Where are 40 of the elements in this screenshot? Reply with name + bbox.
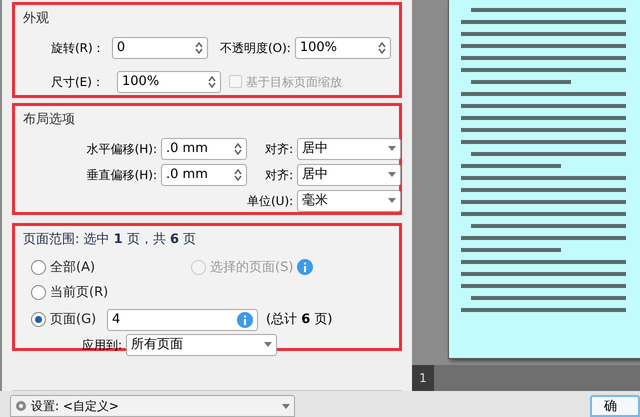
- field-label: 水平偏移(H):: [86, 140, 157, 158]
- spinner-arrows-icon[interactable]: [194, 42, 203, 54]
- field-label: 单位(U):: [247, 192, 294, 210]
- field-label: 尺寸(E)：: [51, 74, 105, 90]
- section-title: 外观: [23, 10, 50, 28]
- radio-option[interactable]: 页面(G): [31, 310, 99, 330]
- caret-icon: [388, 172, 396, 177]
- dropdown[interactable]: 所有页面: [126, 334, 277, 356]
- size-field[interactable]: 100%: [117, 70, 221, 92]
- settings-dropdown[interactable]: 设置: <自定义>: [10, 395, 295, 417]
- info-icon[interactable]: [237, 312, 253, 328]
- spinner-arrows-icon[interactable]: [378, 42, 386, 54]
- spinner-arrows-icon[interactable]: [208, 76, 216, 88]
- field-label: 对齐:: [265, 166, 294, 184]
- field-label: 不透明度(O):: [220, 40, 291, 56]
- dropdown[interactable]: 居中: [297, 138, 402, 160]
- caret-icon: [388, 198, 396, 203]
- radio-option[interactable]: 全部(A): [31, 258, 191, 277]
- dropdown[interactable]: 毫米: [297, 190, 402, 212]
- page-number: 1: [412, 365, 434, 391]
- field-label: 应用到:: [80, 336, 122, 354]
- pages-field[interactable]: 4: [107, 308, 258, 330]
- spinner-arrows-icon[interactable]: [234, 142, 242, 154]
- field-label: 旋转(R)：: [51, 40, 106, 56]
- spinner-arrows-icon[interactable]: [234, 168, 242, 180]
- section-title: 布局选项: [23, 111, 76, 129]
- field-label: 对齐:: [265, 140, 294, 158]
- field-label: 垂直偏移(H):: [86, 166, 157, 184]
- caret-icon: [282, 404, 290, 408]
- offset-field[interactable]: .0 mm: [161, 138, 247, 160]
- dropdown[interactable]: 居中: [297, 164, 402, 186]
- ok-button[interactable]: 确: [590, 395, 640, 417]
- opacity-field[interactable]: 100%: [294, 36, 391, 58]
- radio-option[interactable]: 当前页(R): [31, 283, 391, 302]
- rotation-field[interactable]: 0: [112, 36, 208, 58]
- caret-icon: [264, 342, 272, 347]
- offset-field[interactable]: .0 mm: [161, 164, 247, 186]
- caret-icon: [388, 146, 396, 151]
- total-pages-text: (总计 6 页): [266, 310, 332, 329]
- section-title: 页面范围: 选中 1 页，共 6 页: [23, 231, 198, 249]
